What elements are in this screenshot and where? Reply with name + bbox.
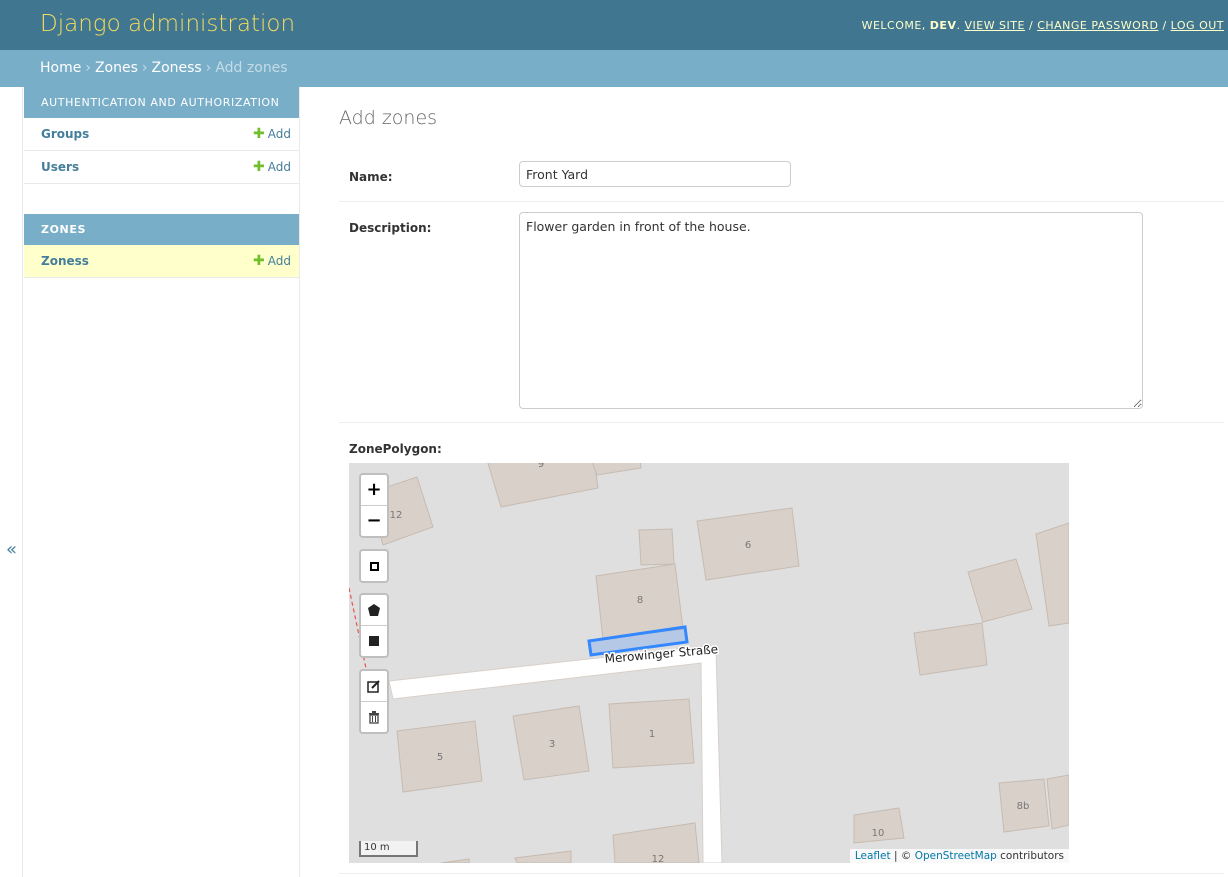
form-row-description: Description: Flower garden in front of t… xyxy=(339,212,1224,423)
header: Django administration WELCOME, DEV. VIEW… xyxy=(0,0,1228,50)
attribution-separator: | © xyxy=(890,850,915,862)
breadcrumb-separator: › xyxy=(85,60,91,76)
polygon-label: ZonePolygon: xyxy=(349,442,442,456)
module-spacer xyxy=(23,184,299,214)
plus-icon: ✚ xyxy=(253,126,265,142)
sidebar-item-zoness-link[interactable]: Zoness xyxy=(41,254,89,268)
sidebar-item-users-link[interactable]: Users xyxy=(41,160,79,174)
house-number: 5 xyxy=(437,752,443,763)
breadcrumb: Home › Zones › Zoness › Add zones xyxy=(0,50,1228,87)
site-title[interactable]: Django administration xyxy=(40,11,295,37)
description-input[interactable]: Flower garden in front of the house. xyxy=(519,212,1143,409)
rectangle-icon xyxy=(369,636,379,646)
module-caption-auth[interactable]: AUTHENTICATION AND AUTHORIZATION xyxy=(24,87,299,118)
breadcrumb-model[interactable]: Zoness xyxy=(152,60,202,76)
sidebar-item-groups: Groups ✚ Add xyxy=(24,118,299,151)
zoom-in-button[interactable]: + xyxy=(361,475,387,506)
form-row-name: Name: xyxy=(339,161,1224,202)
separator: / xyxy=(1162,19,1167,32)
house-number: 9 xyxy=(538,463,544,470)
add-label: Add xyxy=(267,254,291,268)
draw-shape-control xyxy=(359,593,389,658)
building xyxy=(913,622,988,676)
polygon-icon xyxy=(368,604,380,616)
page-title: Add zones xyxy=(339,107,438,129)
plus-icon: ✚ xyxy=(253,253,265,269)
building xyxy=(638,528,675,566)
plus-icon: ✚ xyxy=(253,159,265,175)
add-label: Add xyxy=(267,127,291,141)
edit-layers-button[interactable] xyxy=(361,671,387,702)
user-tools: WELCOME, DEV. VIEW SITE / CHANGE PASSWOR… xyxy=(861,19,1224,32)
edit-icon xyxy=(367,680,380,693)
breadcrumb-current: Add zones xyxy=(215,60,288,76)
breadcrumb-separator: › xyxy=(205,60,212,76)
house-number: 3 xyxy=(549,739,555,750)
building xyxy=(1035,522,1069,627)
trash-icon xyxy=(369,711,379,724)
sidebar-item-zoness: Zoness ✚ Add xyxy=(24,245,299,278)
welcome-text: WELCOME, xyxy=(861,19,926,32)
map-tiles[interactable]: Merowinger Straße 9 12 6 8 5 3 1 10 12 8… xyxy=(349,463,1069,863)
breadcrumb-home[interactable]: Home xyxy=(40,60,81,76)
edit-control xyxy=(359,669,389,734)
module-caption-zones[interactable]: ZONES xyxy=(24,214,299,245)
house-number: 12 xyxy=(652,854,665,863)
building xyxy=(440,858,470,863)
map-attribution: Leaflet | © OpenStreetMap contributors xyxy=(849,849,1069,863)
add-zoness-link[interactable]: ✚ Add xyxy=(253,245,291,277)
house-number: 8 xyxy=(637,595,643,606)
change-password-link[interactable]: CHANGE PASSWORD xyxy=(1037,19,1158,32)
add-users-link[interactable]: ✚ Add xyxy=(253,151,291,183)
draw-marker-button[interactable] xyxy=(361,551,387,581)
name-label: Name: xyxy=(349,170,393,184)
name-input[interactable] xyxy=(519,161,791,187)
sidebar-item-groups-link[interactable]: Groups xyxy=(41,127,89,141)
view-site-link[interactable]: VIEW SITE xyxy=(964,19,1025,32)
draw-rectangle-button[interactable] xyxy=(361,626,387,656)
draw-marker-control xyxy=(359,549,389,583)
osm-link[interactable]: OpenStreetMap xyxy=(915,850,997,862)
add-groups-link[interactable]: ✚ Add xyxy=(253,118,291,150)
draw-polygon-button[interactable] xyxy=(361,595,387,626)
map-widget[interactable]: Merowinger Straße 9 12 6 8 5 3 1 10 12 8… xyxy=(349,463,1069,863)
building xyxy=(967,558,1033,623)
log-out-link[interactable]: LOG OUT xyxy=(1171,19,1224,32)
map-scale: 10 m xyxy=(359,841,418,857)
attribution-contributors: contributors xyxy=(996,850,1064,862)
house-number: 6 xyxy=(745,540,751,551)
breadcrumb-app[interactable]: Zones xyxy=(95,60,138,76)
house-number: 1 xyxy=(649,729,655,740)
separator: / xyxy=(1028,19,1034,32)
building xyxy=(1046,774,1069,830)
collapse-sidebar-icon[interactable]: « xyxy=(6,539,17,560)
sidebar-item-users: Users ✚ Add xyxy=(24,151,299,184)
zoom-out-button[interactable]: − xyxy=(361,506,387,536)
house-number: 10 xyxy=(872,828,885,839)
house-number: 8b xyxy=(1017,801,1030,812)
building xyxy=(514,850,572,863)
description-label: Description: xyxy=(349,221,432,235)
building xyxy=(592,463,642,476)
leaflet-link[interactable]: Leaflet xyxy=(855,850,891,862)
square-marker-icon xyxy=(370,562,379,571)
breadcrumb-separator: › xyxy=(141,60,148,76)
add-label: Add xyxy=(267,160,291,174)
zoom-control: + − xyxy=(359,473,389,538)
username: DEV xyxy=(929,19,957,32)
sidebar-toggle-strip[interactable]: « xyxy=(0,87,23,877)
nav-sidebar: AUTHENTICATION AND AUTHORIZATION Groups … xyxy=(23,87,300,877)
delete-layers-button[interactable] xyxy=(361,702,387,732)
house-number: 12 xyxy=(390,510,403,521)
